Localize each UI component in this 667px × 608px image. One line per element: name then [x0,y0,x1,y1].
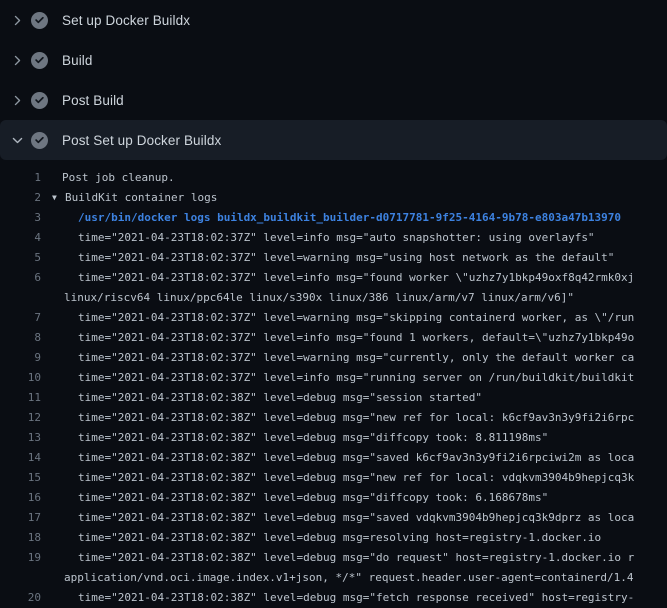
log-line: 8 time="2021-04-23T18:02:37Z" level=info … [0,328,667,348]
log-line-text: Post job cleanup. [62,168,175,188]
log-line: 14 time="2021-04-23T18:02:38Z" level=debu… [0,448,667,468]
log-group-header: ▼BuildKit container logs [41,188,217,208]
log-line-number[interactable]: 8 [0,328,41,348]
log-line-text: time="2021-04-23T18:02:37Z" level=warnin… [78,248,614,268]
log-line-number[interactable]: 9 [0,348,41,368]
log-line-text: time="2021-04-23T18:02:37Z" level=info m… [78,228,595,248]
log-line-text: time="2021-04-23T18:02:38Z" level=debug … [78,488,548,508]
log-line: 11 time="2021-04-23T18:02:38Z" level=debu… [0,388,667,408]
log-line: 16 time="2021-04-23T18:02:38Z" level=debu… [0,488,667,508]
step-label: Post Build [62,93,124,108]
log-line: 7 time="2021-04-23T18:02:37Z" level=warni… [0,308,667,328]
log-line: application/vnd.oci.image.index.v1+json,… [0,568,667,588]
log-line-text: time="2021-04-23T18:02:37Z" level=info m… [78,328,634,348]
log-line-text: time="2021-04-23T18:02:38Z" level=debug … [78,588,634,608]
log-line-number[interactable]: 20 [0,588,41,608]
log-line-number[interactable]: 13 [0,428,41,448]
check-circle-icon [31,12,48,29]
steps-list: Set up Docker Buildx Build Post Build Post … [0,0,667,160]
log-line-number[interactable]: 10 [0,368,41,388]
log-line: 12 time="2021-04-23T18:02:38Z" level=debu… [0,408,667,428]
log-line: 17 time="2021-04-23T18:02:38Z" level=debu… [0,508,667,528]
chevron-right-icon [10,13,24,27]
log-line-text: time="2021-04-23T18:02:37Z" level=info m… [78,368,634,388]
log-line-number[interactable]: 2 [0,188,41,208]
log-line: 3/usr/bin/docker logs buildx_buildkit_bu… [0,208,667,228]
log-line-text: time="2021-04-23T18:02:38Z" level=debug … [78,508,634,528]
log-group-title: BuildKit container logs [65,188,217,208]
log-line: 15 time="2021-04-23T18:02:38Z" level=debu… [0,468,667,488]
log-line-text: time="2021-04-23T18:02:38Z" level=debug … [78,528,601,548]
chevron-right-icon [10,93,24,107]
log-line-number[interactable]: 12 [0,408,41,428]
log-line-number[interactable]: 11 [0,388,41,408]
step-header-set-up-docker-buildx[interactable]: Set up Docker Buildx [0,0,667,40]
step-label: Set up Docker Buildx [62,13,190,28]
log-line-text: time="2021-04-23T18:02:38Z" level=debug … [78,448,634,468]
check-circle-icon [31,132,48,149]
check-circle-icon [31,92,48,109]
log-line: 18 time="2021-04-23T18:02:38Z" level=debu… [0,528,667,548]
log-line-number[interactable]: 16 [0,488,41,508]
log-line-text: time="2021-04-23T18:02:37Z" level=info m… [78,268,634,288]
log-line: 10 time="2021-04-23T18:02:37Z" level=info… [0,368,667,388]
log-line-number[interactable]: 18 [0,528,41,548]
log-line-number[interactable]: 14 [0,448,41,468]
log-line: 13 time="2021-04-23T18:02:38Z" level=debu… [0,428,667,448]
log-line-number[interactable]: 6 [0,268,41,288]
log-line: linux/riscv64 linux/ppc64le linux/s390x … [0,288,667,308]
step-label: Post Set up Docker Buildx [62,133,221,148]
check-circle-icon [31,52,48,69]
log-line-number[interactable]: 4 [0,228,41,248]
log-line-text: time="2021-04-23T18:02:37Z" level=warnin… [78,348,634,368]
log-line-text: application/vnd.oci.image.index.v1+json,… [64,568,634,588]
log-line-number[interactable]: 5 [0,248,41,268]
log-line-text: time="2021-04-23T18:02:38Z" level=debug … [78,548,634,568]
step-header-build[interactable]: Build [0,40,667,80]
chevron-down-icon [10,133,24,147]
step-header-post-build[interactable]: Post Build [0,80,667,120]
chevron-right-icon [10,53,24,67]
actions-log-viewer: Set up Docker Buildx Build Post Build Post … [0,0,667,608]
log-line-text: time="2021-04-23T18:02:38Z" level=debug … [78,408,634,428]
log-line: 6 time="2021-04-23T18:02:37Z" level=info … [0,268,667,288]
log-command-text: /usr/bin/docker logs buildx_buildkit_bui… [78,208,621,228]
log-line-text: time="2021-04-23T18:02:38Z" level=debug … [78,388,482,408]
log-line-number[interactable]: 17 [0,508,41,528]
log-line: 19 time="2021-04-23T18:02:38Z" level=debu… [0,548,667,568]
log-line-number[interactable]: 3 [0,208,41,228]
step-label: Build [62,53,93,68]
log-line: 20 time="2021-04-23T18:02:38Z" level=debu… [0,588,667,608]
log-line: 4 time="2021-04-23T18:02:37Z" level=info … [0,228,667,248]
log-line-number[interactable]: 19 [0,548,41,568]
log-line-number [0,568,41,588]
log-line-text: time="2021-04-23T18:02:37Z" level=warnin… [78,308,634,328]
log-line-text: linux/riscv64 linux/ppc64le linux/s390x … [64,288,574,308]
log-line: 9 time="2021-04-23T18:02:37Z" level=warni… [0,348,667,368]
log-line-number[interactable]: 1 [0,168,41,188]
log-line-text: time="2021-04-23T18:02:38Z" level=debug … [78,468,634,488]
log-line-number[interactable]: 15 [0,468,41,488]
step-header-post-set-up-docker-buildx[interactable]: Post Set up Docker Buildx [0,120,667,160]
log-line: 5 time="2021-04-23T18:02:37Z" level=warni… [0,248,667,268]
log-line-text: time="2021-04-23T18:02:38Z" level=debug … [78,428,548,448]
log-line: 2▼BuildKit container logs [0,188,667,208]
log-line: 1 Post job cleanup. [0,168,667,188]
log-line-number[interactable]: 7 [0,308,41,328]
log-output: 1Post job cleanup.2▼BuildKit container l… [0,160,667,608]
collapse-triangle-icon[interactable]: ▼ [52,188,62,208]
log-line-number [0,288,41,308]
